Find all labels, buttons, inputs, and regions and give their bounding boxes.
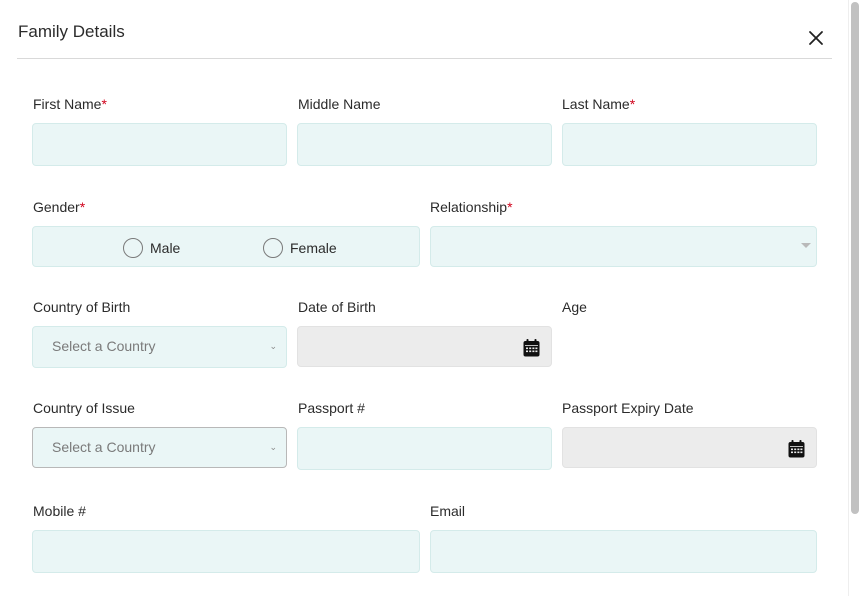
passport-number-label: Passport # [298,400,365,416]
gender-radio-group: Male Female [32,226,420,267]
gender-label: Gender* [33,199,86,215]
first-name-field[interactable] [32,123,287,166]
scrollbar-thumb[interactable] [851,2,859,514]
passport-expiry-field[interactable] [562,427,817,468]
calendar-icon[interactable] [788,440,805,458]
email-input[interactable] [431,531,816,572]
gender-option-female[interactable]: Female [263,238,337,258]
country-of-issue-label: Country of Issue [33,400,135,416]
country-of-issue-select[interactable]: Select a Country ⌄ [32,427,287,468]
passport-number-input[interactable] [298,428,551,469]
last-name-field[interactable] [562,123,817,166]
chevron-down-icon [801,243,811,248]
age-label: Age [562,299,587,315]
country-of-issue-placeholder: Select a Country [52,439,156,455]
first-name-label: First Name* [33,96,107,112]
chevron-down-icon: ⌄ [269,341,277,351]
passport-number-field[interactable] [297,427,552,470]
country-of-birth-select[interactable]: Select a Country ⌄ [32,326,287,368]
radio-male[interactable] [123,238,143,258]
middle-name-label: Middle Name [298,96,381,112]
last-name-label: Last Name* [562,96,636,112]
date-of-birth-label: Date of Birth [298,299,376,315]
email-field[interactable] [430,530,817,573]
chevron-down-icon: ⌄ [269,442,277,452]
gender-option-male[interactable]: Male [123,238,180,258]
radio-female[interactable] [263,238,283,258]
close-icon[interactable] [807,29,825,47]
relationship-select[interactable] [430,226,817,267]
mobile-input[interactable] [33,531,419,572]
last-name-input[interactable] [563,124,816,165]
modal-header: Family Details [17,0,832,59]
mobile-field[interactable] [32,530,420,573]
middle-name-field[interactable] [297,123,552,166]
passport-expiry-label: Passport Expiry Date [562,400,694,416]
calendar-icon[interactable] [523,339,540,357]
relationship-label: Relationship* [430,199,513,215]
family-details-modal: Family Details First Name* Middle Name L… [0,0,848,596]
middle-name-input[interactable] [298,124,551,165]
email-label: Email [430,503,466,519]
country-of-birth-placeholder: Select a Country [52,338,156,354]
radio-female-label: Female [290,240,337,256]
date-of-birth-field[interactable] [297,326,552,367]
mobile-label: Mobile # [33,503,86,519]
modal-title: Family Details [18,22,125,41]
radio-male-label: Male [150,240,181,256]
country-of-birth-label: Country of Birth [33,299,131,315]
first-name-input[interactable] [33,124,286,165]
